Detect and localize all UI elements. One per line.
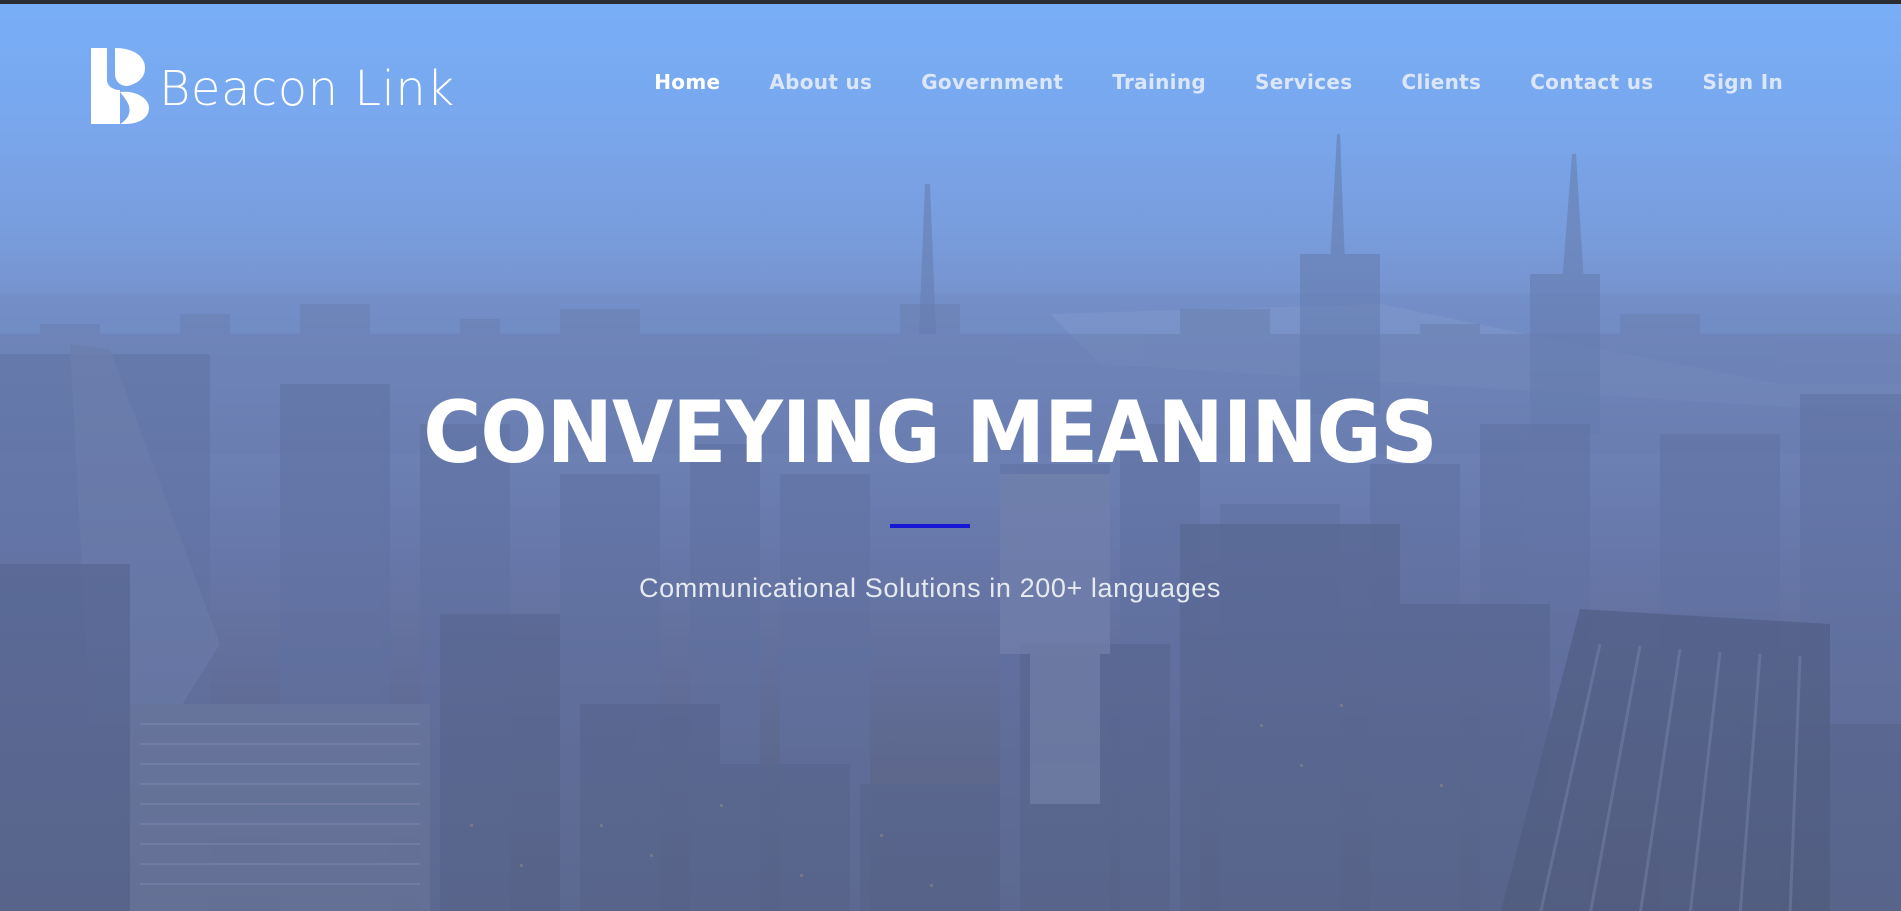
- nav-item-training[interactable]: Training: [1112, 72, 1206, 92]
- hero-title: CONVEYING MEANINGS: [423, 383, 1437, 483]
- nav-item-sign-in[interactable]: Sign In: [1702, 72, 1783, 92]
- nav-item-clients[interactable]: Clients: [1401, 72, 1481, 92]
- main-navigation: Home About us Government Training Servic…: [605, 72, 1783, 92]
- hero-divider: [890, 524, 970, 528]
- nav-item-government[interactable]: Government: [921, 72, 1063, 92]
- beacon-link-logo-mark-icon: [91, 48, 149, 124]
- nav-item-about-us[interactable]: About us: [769, 72, 872, 92]
- nav-item-home[interactable]: Home: [654, 72, 720, 92]
- site-header: Beacon Link Home About us Government Tra…: [0, 4, 1901, 124]
- hero-section: CONVEYING MEANINGS Communicational Solut…: [0, 390, 1860, 602]
- brand-logo[interactable]: Beacon Link: [89, 46, 455, 126]
- nav-item-contact-us[interactable]: Contact us: [1530, 72, 1653, 92]
- landing-page: Beacon Link Home About us Government Tra…: [0, 0, 1901, 911]
- nav-item-services[interactable]: Services: [1255, 72, 1352, 92]
- hero-subtitle: Communicational Solutions in 200+ langua…: [639, 573, 1221, 603]
- brand-name: Beacon Link: [159, 61, 455, 117]
